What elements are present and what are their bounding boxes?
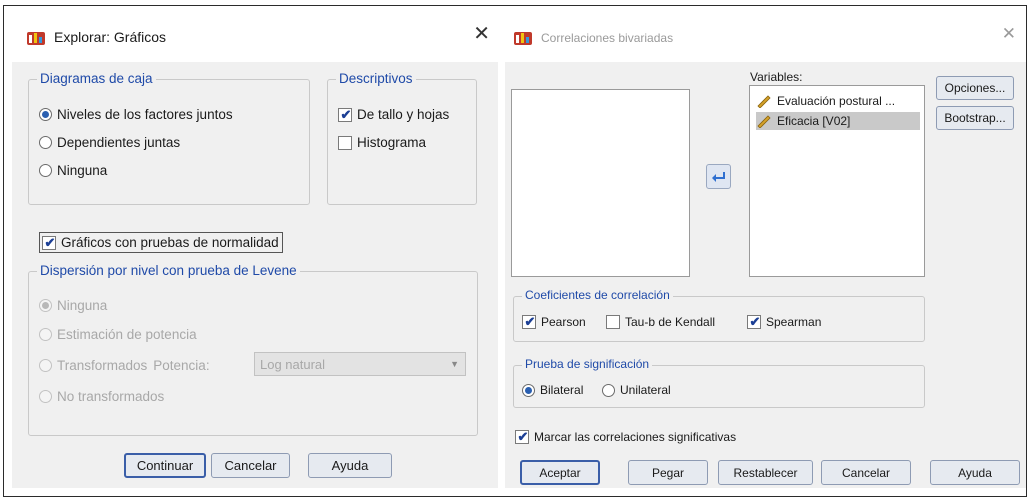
radio-label: Ninguna (57, 163, 108, 178)
two-tailed-radio[interactable]: Bilateral (522, 383, 583, 397)
reset-button[interactable]: Restablecer (718, 460, 813, 485)
significance-legend: Prueba de significación (522, 357, 653, 371)
variables-label: Variables: (750, 70, 803, 84)
checkbox-indicator (606, 315, 620, 329)
radio-label: No transformados (57, 389, 165, 404)
levene-power-estimation-radio[interactable]: Estimación de potencia (39, 327, 197, 342)
options-button[interactable]: Opciones... (936, 76, 1014, 100)
correlation-coefficients-group: Coeficientes de correlación Pearson Tau-… (513, 288, 925, 342)
arrow-right-icon (711, 171, 725, 182)
radio-indicator (522, 383, 535, 397)
checkbox-indicator (42, 235, 57, 250)
histogram-checkbox[interactable]: Histograma (338, 135, 426, 150)
chevron-down-icon: ▼ (450, 359, 459, 369)
scale-variable-icon (757, 95, 771, 108)
flag-significant-checkbox[interactable]: Marcar las correlaciones significativas (515, 430, 736, 444)
variable-label: Evaluación postural ... (777, 94, 896, 108)
checkbox-indicator (515, 430, 530, 444)
help-button[interactable]: Ayuda (930, 460, 1020, 485)
levene-untransformed-radio[interactable]: No transformados (39, 389, 164, 404)
dialog-titlebar: Correlaciones bivariadas ✕ (505, 10, 1026, 62)
cancel-button[interactable]: Cancelar (211, 453, 290, 478)
checkbox-indicator (522, 315, 537, 329)
radio-label: Transformados (57, 358, 148, 373)
explore-plots-dialog: Explorar: Gráficos ✕ Diagramas de caja N… (12, 10, 498, 488)
radio-label: Dependientes juntas (57, 135, 181, 150)
dialog-title: Correlaciones bivariadas (541, 31, 674, 45)
boxplot-factor-levels-radio[interactable]: Niveles de los factores juntos (39, 107, 233, 122)
kendall-checkbox[interactable]: Tau-b de Kendall (606, 315, 715, 329)
paste-button[interactable]: Pegar (628, 460, 708, 485)
boxplot-none-radio[interactable]: Ninguna (39, 163, 107, 178)
radio-label: Bilateral (540, 383, 584, 397)
radio-label: Ninguna (57, 298, 108, 313)
boxplots-group: Diagramas de caja Niveles de los factore… (28, 71, 310, 205)
continue-button[interactable]: Continuar (124, 453, 206, 478)
dialog-titlebar: Explorar: Gráficos ✕ (12, 10, 498, 62)
boxplot-dependents-radio[interactable]: Dependientes juntas (39, 135, 180, 150)
checkbox-label: Spearman (766, 315, 822, 329)
pearson-checkbox[interactable]: Pearson (522, 315, 586, 329)
checkbox-label: Marcar las correlaciones significativas (534, 430, 737, 444)
radio-indicator (39, 359, 52, 372)
radio-indicator (39, 164, 52, 177)
coefficients-legend: Coeficientes de correlación (522, 288, 673, 302)
spss-app-icon (514, 32, 532, 45)
scale-variable-icon (757, 115, 771, 128)
radio-indicator (39, 328, 52, 341)
boxplots-legend: Diagramas de caja (37, 71, 156, 86)
radio-indicator (39, 390, 52, 403)
checkbox-label: Tau-b de Kendall (625, 315, 716, 329)
radio-indicator (602, 383, 615, 397)
levene-none-radio[interactable]: Ninguna (39, 298, 107, 313)
variable-item[interactable]: Eficacia [V02] (756, 112, 920, 130)
close-icon[interactable]: ✕ (1002, 24, 1016, 44)
bivariate-correlations-dialog: Correlaciones bivariadas ✕ Variables: Ev… (505, 10, 1026, 488)
ok-button[interactable]: Aceptar (520, 460, 600, 485)
target-variable-list[interactable]: Evaluación postural ... Eficacia [V02] (749, 85, 925, 277)
significance-test-group: Prueba de significación Bilateral Unilat… (513, 357, 925, 408)
spearman-checkbox[interactable]: Spearman (747, 315, 821, 329)
power-select[interactable]: Log natural ▼ (254, 352, 466, 376)
descriptives-group: Descriptivos De tallo y hojas Histograma (327, 71, 477, 205)
checkbox-label: Pearson (541, 315, 586, 329)
source-variable-list[interactable] (511, 89, 690, 277)
levene-transformed-radio[interactable]: Transformados Potencia: (39, 358, 210, 373)
help-button[interactable]: Ayuda (308, 453, 392, 478)
stem-leaf-checkbox[interactable]: De tallo y hojas (338, 107, 449, 122)
one-tailed-radio[interactable]: Unilateral (602, 383, 671, 397)
radio-label: Estimación de potencia (57, 327, 197, 342)
radio-label: Unilateral (620, 383, 671, 397)
cancel-button[interactable]: Cancelar (821, 460, 911, 485)
normality-plots-checkbox[interactable]: Gráficos con pruebas de normalidad (39, 232, 283, 253)
spss-app-icon (27, 32, 45, 45)
checkbox-indicator (338, 135, 352, 150)
radio-indicator (39, 299, 52, 312)
descriptives-legend: Descriptivos (336, 71, 416, 86)
checkbox-label: Histograma (357, 135, 427, 150)
variable-label: Eficacia [V02] (777, 114, 851, 128)
power-select-value: Log natural (260, 356, 326, 372)
move-variables-button[interactable] (706, 164, 731, 189)
levene-group: Dispersión por nivel con prueba de Leven… (28, 263, 478, 436)
radio-indicator (39, 108, 52, 121)
checkbox-label: Gráficos con pruebas de normalidad (61, 235, 279, 250)
checkbox-label: De tallo y hojas (357, 107, 450, 122)
bootstrap-button[interactable]: Bootstrap... (936, 106, 1014, 130)
variable-item[interactable]: Evaluación postural ... (756, 92, 920, 110)
close-icon[interactable]: ✕ (473, 24, 490, 44)
power-label: Potencia: (153, 358, 210, 373)
checkbox-indicator (747, 315, 762, 329)
radio-indicator (39, 136, 52, 149)
radio-label: Niveles de los factores juntos (57, 107, 233, 122)
checkbox-indicator (338, 107, 353, 122)
dialog-title: Explorar: Gráficos (54, 29, 167, 45)
levene-legend: Dispersión por nivel con prueba de Leven… (37, 263, 300, 278)
